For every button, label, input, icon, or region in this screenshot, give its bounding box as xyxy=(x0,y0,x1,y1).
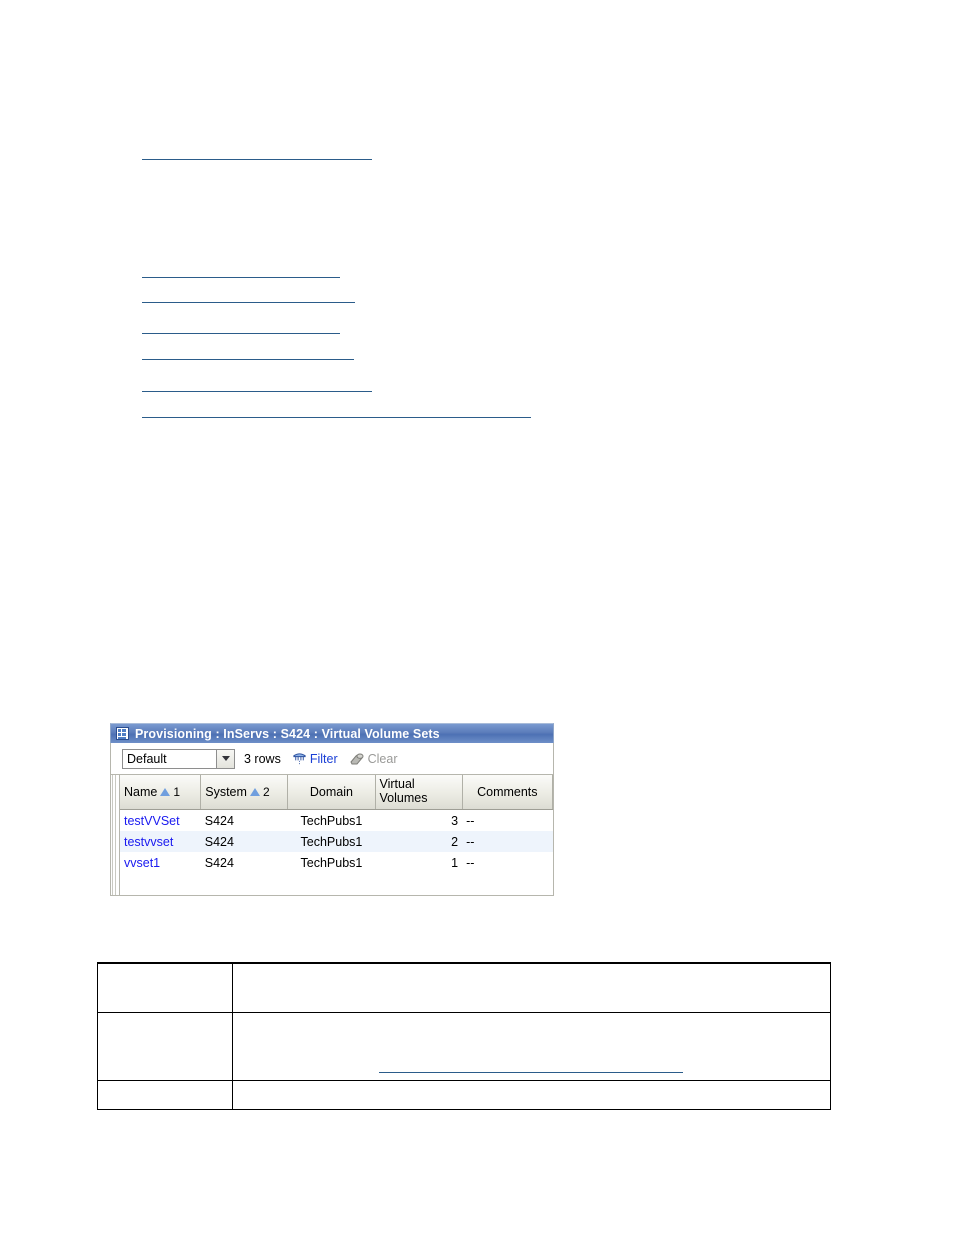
clear-button[interactable]: Clear xyxy=(349,751,398,766)
table-row[interactable]: testVVSet S424 TechPubs1 3 -- xyxy=(120,810,553,832)
grid-wrapper: Name 1 System 2 Domain Virtual Volumes C… xyxy=(111,774,554,895)
virtual-volume-sets-table: Name 1 System 2 Domain Virtual Volumes C… xyxy=(120,775,554,873)
doc-table-cell-label xyxy=(97,1080,233,1110)
cell-system: S424 xyxy=(200,831,288,852)
doc-link-3[interactable]: Editing a Virtual Volume Set xyxy=(142,288,355,303)
column-header-comments[interactable]: Comments xyxy=(462,775,554,810)
column-header-virtual-volumes-label: Virtual Volumes xyxy=(379,777,428,805)
doc-link-2[interactable]: Creating a Virtual Volume Set xyxy=(142,263,340,278)
cell-vvolumes: 3 xyxy=(451,813,459,828)
grid-row-gutter xyxy=(111,775,120,895)
cell-domain: TechPubs1 xyxy=(300,813,363,828)
cell-domain: TechPubs1 xyxy=(300,855,363,870)
column-header-virtual-volumes[interactable]: Virtual Volumes xyxy=(375,775,463,810)
column-header-name-label: Name xyxy=(124,785,158,799)
sort-ascending-icon xyxy=(160,788,171,796)
doc-link-7[interactable]: Adding or Removing Virtual Volumes from … xyxy=(142,403,531,418)
doc-table-cell-label xyxy=(97,1012,233,1081)
column-header-system-label: System xyxy=(205,785,247,799)
doc-table-cell-label xyxy=(97,962,233,1013)
doc-link-4[interactable]: Removing a Virtual Volume Set xyxy=(142,319,340,334)
widget-title: Provisioning : InServs : S424 : Virtual … xyxy=(135,726,440,741)
provisioning-widget: Provisioning : InServs : S424 : Virtual … xyxy=(110,723,554,896)
table-row[interactable]: vvset1 S424 TechPubs1 1 -- xyxy=(120,852,553,873)
clear-icon xyxy=(350,752,364,764)
doc-table-row: Creating a Virtual Volume Set xyxy=(97,1012,832,1081)
grid-scroll-area: Name 1 System 2 Domain Virtual Volumes C… xyxy=(120,775,554,895)
view-select-value: Default xyxy=(127,751,167,766)
cell-vvolumes: 1 xyxy=(451,855,459,870)
sort-order-2: 2 xyxy=(262,785,270,799)
cell-system: S424 xyxy=(204,813,234,828)
doc-link-6[interactable]: Unexporting a Virtual Volume Set xyxy=(142,377,372,392)
widget-toolbar: Default 3 rows Filter Clear xyxy=(111,743,553,774)
view-select[interactable]: Default xyxy=(122,748,235,769)
sort-ascending-icon xyxy=(249,788,260,796)
chevron-down-icon[interactable] xyxy=(216,749,234,768)
doc-link-1[interactable]: Virtual Volume Sets xyxy=(142,145,372,160)
grid-empty-area xyxy=(120,873,553,895)
column-header-domain-label: Domain xyxy=(309,785,353,799)
cell-system: S424 xyxy=(204,855,234,870)
column-header-domain[interactable]: Domain xyxy=(287,775,376,810)
column-header-comments-label: Comments xyxy=(477,785,538,799)
cell-name[interactable]: testvvset xyxy=(120,831,201,852)
doc-table-link[interactable]: Creating a Virtual Volume Set xyxy=(378,1059,683,1073)
column-header-name[interactable]: Name 1 xyxy=(120,775,202,810)
cell-domain: TechPubs1 xyxy=(287,831,375,852)
widget-titlebar: Provisioning : InServs : S424 : Virtual … xyxy=(110,723,554,743)
doc-table-cell-body: Creating a Virtual Volume Set xyxy=(231,1012,832,1081)
document-table: Creating a Virtual Volume Set xyxy=(97,962,832,1110)
doc-table-row xyxy=(97,962,832,1013)
filter-icon xyxy=(293,753,306,765)
doc-link-5[interactable]: Exporting a Virtual Volume Set xyxy=(142,345,354,360)
clear-label: Clear xyxy=(367,751,398,766)
doc-table-cell-body xyxy=(231,962,832,1013)
filter-button[interactable]: Filter xyxy=(292,751,338,766)
row-count-label: 3 rows xyxy=(244,751,281,766)
cell-name[interactable]: vvset1 xyxy=(120,852,201,873)
table-header-row: Name 1 System 2 Domain Virtual Volumes C… xyxy=(120,775,554,810)
doc-table-cell-body xyxy=(231,1080,832,1110)
cell-comments: -- xyxy=(462,831,553,852)
cell-comments: -- xyxy=(466,855,475,870)
filter-label: Filter xyxy=(309,751,338,766)
doc-table-row xyxy=(97,1080,832,1110)
panel-icon xyxy=(116,727,129,740)
cell-name[interactable]: testVVSet xyxy=(120,810,201,832)
widget-body: Default 3 rows Filter Clear Name 1 Syste… xyxy=(110,743,554,896)
table-row[interactable]: testvvset S424 TechPubs1 2 -- xyxy=(120,831,553,852)
sort-order-1: 1 xyxy=(173,785,181,799)
column-header-system[interactable]: System 2 xyxy=(200,775,289,810)
cell-comments: -- xyxy=(466,813,475,828)
cell-vvolumes: 2 xyxy=(375,831,463,852)
